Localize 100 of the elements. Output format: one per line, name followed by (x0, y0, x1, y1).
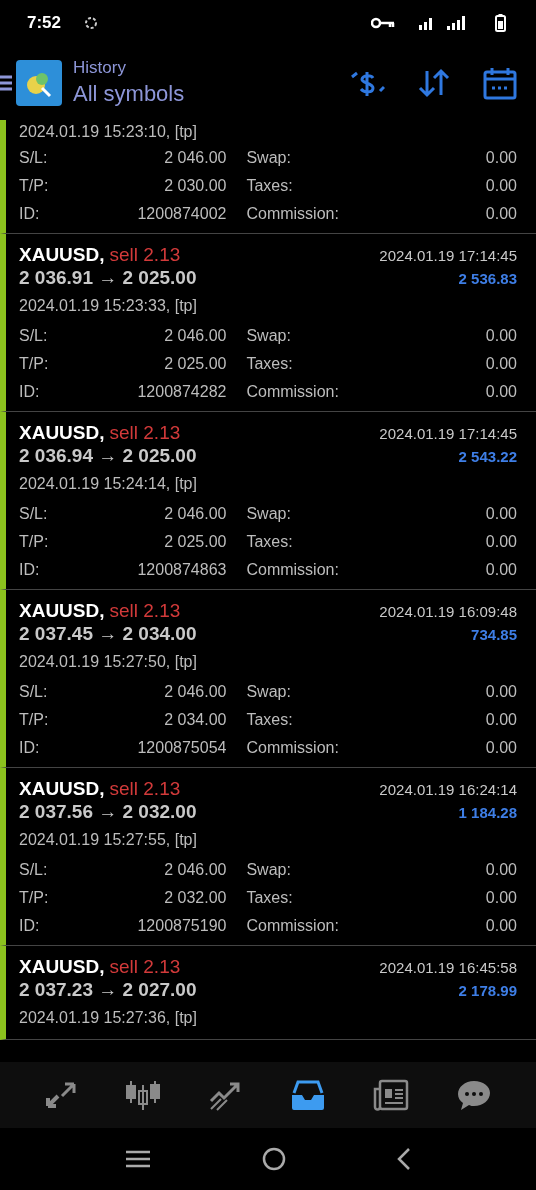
field-label: T/P: (19, 889, 49, 907)
field-value: 2 025.00 (163, 355, 227, 373)
field-value: 0.00 (484, 383, 517, 401)
trade-side: sell 2.13 (109, 600, 181, 621)
recents-icon (125, 1149, 152, 1169)
field-label: Taxes: (246, 889, 294, 907)
field-label: Commission: (246, 561, 339, 579)
field-label: Swap: (246, 327, 292, 345)
field-label: T/P: (19, 355, 49, 373)
field-value: 1200874863 (136, 561, 227, 579)
field-value: 1200875054 (136, 739, 227, 757)
field-label: Commission: (246, 205, 339, 223)
back-icon (396, 1147, 411, 1171)
trade-side: sell 2.13 (109, 422, 181, 443)
field-value: 0.00 (484, 355, 517, 373)
sort-button[interactable] (418, 67, 450, 98)
field-label: Commission: (246, 383, 339, 401)
trade-side: sell 2.13 (109, 778, 181, 799)
field-label: S/L: (19, 505, 49, 523)
field-value: 0.00 (484, 683, 517, 701)
price-range: 2 037.56 → 2 032.00 (19, 801, 197, 823)
field-value: 2 032.00 (163, 889, 227, 907)
calendar-button[interactable] (483, 65, 517, 100)
trade-side: sell 2.13 (109, 244, 181, 265)
close-time: 2024.01.19 17:14:45 (379, 246, 517, 264)
close-time: 2024.01.19 16:09:48 (379, 602, 517, 620)
candlestick-icon (125, 1079, 161, 1111)
chat-bubble-icon (456, 1079, 493, 1111)
field-value: 0.00 (484, 561, 517, 579)
field-label: Taxes: (246, 711, 294, 729)
field-label: ID: (19, 205, 41, 223)
price-range: 2 037.45 → 2 034.00 (19, 623, 197, 645)
field-value: 0.00 (484, 149, 517, 167)
field-label: Taxes: (246, 177, 294, 195)
profit-value: 2 543.22 (458, 447, 517, 465)
field-value: 2 046.00 (163, 861, 227, 879)
field-value: 0.00 (484, 711, 517, 729)
diagonal-arrows-icon (43, 1080, 78, 1110)
field-value: 2 025.00 (163, 533, 227, 551)
open-time: 2024.01.19 15:23:10, [tp] (19, 123, 197, 141)
field-label: T/P: (19, 711, 49, 729)
field-value: 1200874282 (136, 383, 227, 401)
calendar-icon (483, 65, 517, 100)
field-value: 1200875190 (136, 917, 227, 935)
screen-subtitle: History (73, 58, 127, 78)
price-range: 2 036.91 → 2 025.00 (19, 267, 197, 289)
profit-value: 1 184.28 (458, 803, 517, 821)
field-value: 0.00 (484, 533, 517, 551)
field-label: Swap: (246, 149, 292, 167)
symbol-name: XAUUSD, (19, 244, 105, 265)
field-label: Swap: (246, 861, 292, 879)
field-label: Commission: (246, 917, 339, 935)
field-label: T/P: (19, 533, 49, 551)
field-label: ID: (19, 383, 41, 401)
inbox-icon (289, 1079, 326, 1111)
field-label: ID: (19, 739, 41, 757)
field-value: 0.00 (484, 177, 517, 195)
field-value: 0.00 (484, 505, 517, 523)
field-label: ID: (19, 917, 41, 935)
open-time: 2024.01.19 15:27:55, [tp] (19, 831, 197, 849)
field-value: 0.00 (484, 917, 517, 935)
field-value: 0.00 (484, 739, 517, 757)
open-time: 2024.01.19 15:27:50, [tp] (19, 653, 197, 671)
screen-title: All symbols (73, 81, 185, 107)
field-label: T/P: (19, 177, 49, 195)
field-value: 0.00 (484, 861, 517, 879)
profit-value: 734.85 (471, 625, 517, 643)
field-value: 0.00 (484, 889, 517, 907)
symbol-name: XAUUSD, (19, 422, 105, 443)
field-label: Swap: (246, 505, 292, 523)
app-logo-icon (16, 59, 62, 106)
field-label: ID: (19, 561, 41, 579)
trade-side: sell 2.13 (109, 956, 181, 977)
field-value: 1200874002 (136, 205, 227, 223)
close-time: 2024.01.19 17:14:45 (379, 424, 517, 442)
field-label: S/L: (19, 683, 49, 701)
sort-arrows-icon (418, 67, 450, 98)
newspaper-icon (372, 1079, 409, 1111)
close-time: 2024.01.19 16:24:14 (379, 780, 517, 798)
profit-value: 2 178.99 (458, 981, 517, 999)
field-label: Commission: (246, 739, 339, 757)
field-label: S/L: (19, 149, 49, 167)
home-icon (262, 1147, 286, 1171)
open-time: 2024.01.19 15:24:14, [tp] (19, 475, 197, 493)
battery-icon (495, 13, 506, 32)
field-label: Taxes: (246, 355, 294, 373)
profit-value: 2 536.83 (458, 269, 517, 287)
field-value: 2 046.00 (163, 505, 227, 523)
open-time: 2024.01.19 15:23:33, [tp] (19, 297, 197, 315)
price-range: 2 037.23 → 2 027.00 (19, 979, 197, 1001)
field-value: 2 034.00 (163, 711, 227, 729)
field-value: 2 030.00 (163, 177, 227, 195)
field-value: 2 046.00 (163, 327, 227, 345)
field-label: S/L: (19, 861, 49, 879)
price-range: 2 036.94 → 2 025.00 (19, 445, 197, 467)
field-label: Swap: (246, 683, 292, 701)
field-label: Taxes: (246, 533, 294, 551)
open-time: 2024.01.19 15:27:36, [tp] (19, 1009, 197, 1027)
field-value: 2 046.00 (163, 683, 227, 701)
symbol-name: XAUUSD, (19, 600, 105, 621)
